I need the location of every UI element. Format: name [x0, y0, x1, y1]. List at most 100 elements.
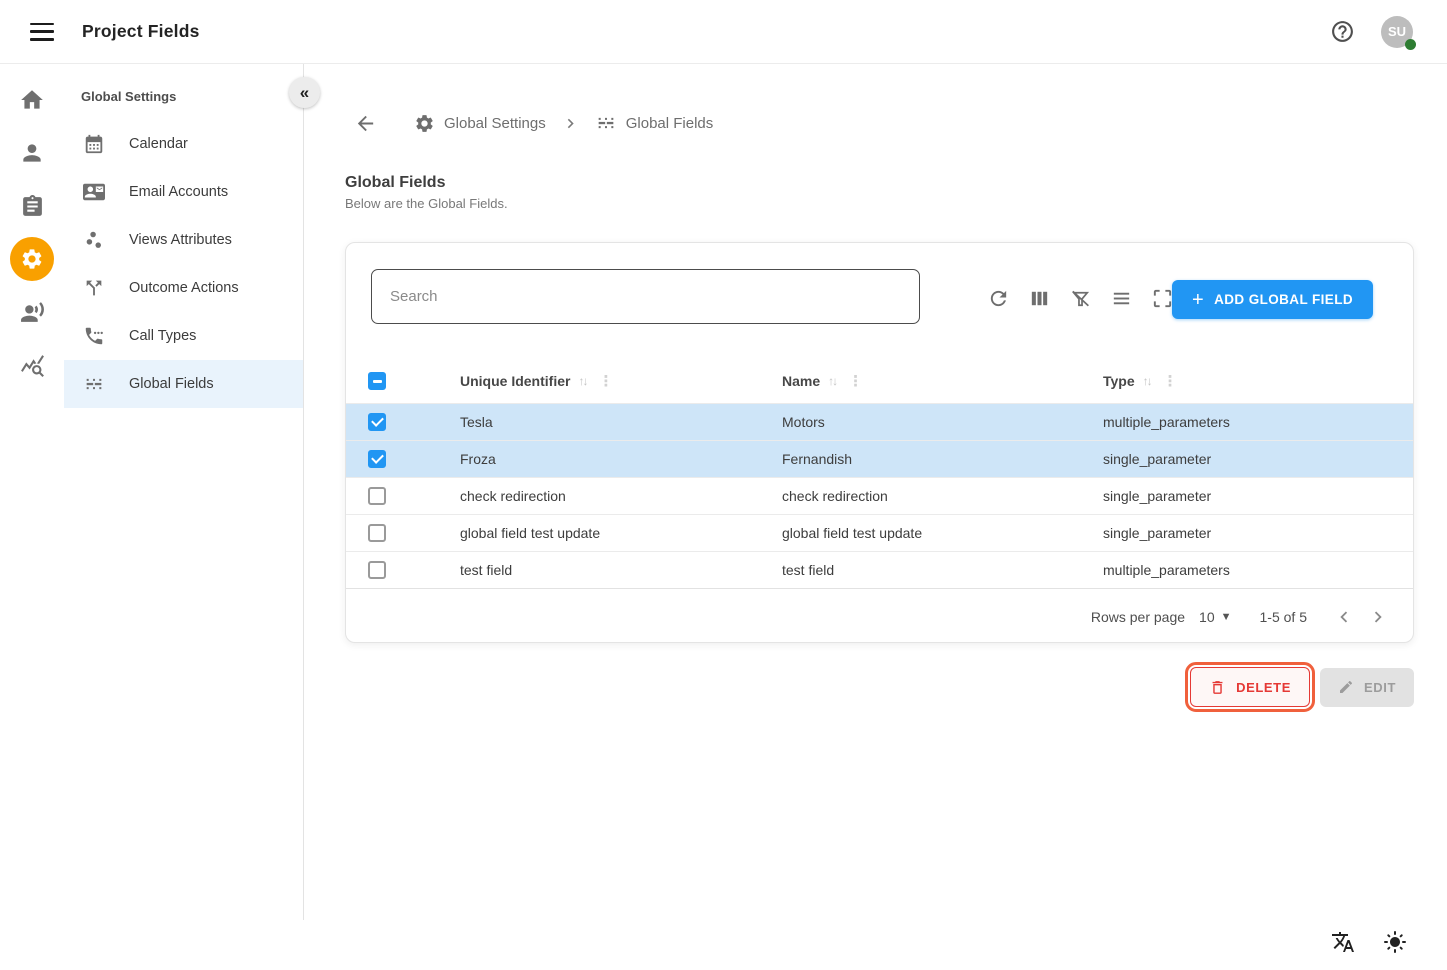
- next-page-icon[interactable]: [1367, 606, 1389, 628]
- views-attributes-icon: [83, 229, 105, 251]
- avatar[interactable]: SU: [1381, 16, 1413, 48]
- columns-icon[interactable]: [1028, 287, 1051, 310]
- call-types-icon: [83, 325, 105, 347]
- page-title: Global Fields: [345, 174, 508, 192]
- cell-name: check redirection: [782, 488, 1103, 504]
- global-fields-icon: [595, 112, 617, 134]
- sidebar-item-calendar[interactable]: Calendar: [64, 120, 303, 168]
- chevron-right-icon: [561, 114, 580, 133]
- column-menu-icon[interactable]: ⋮: [598, 372, 613, 390]
- sidebar-item-label: Outcome Actions: [129, 280, 239, 296]
- sort-icon[interactable]: ↑↓: [578, 374, 586, 388]
- row-checkbox[interactable]: [368, 524, 386, 542]
- translate-icon[interactable]: [1331, 930, 1355, 954]
- row-checkbox[interactable]: [368, 413, 386, 431]
- breadcrumb-global-fields[interactable]: Global Fields: [626, 115, 714, 132]
- sidebar-collapse-button[interactable]: «: [289, 77, 320, 108]
- refresh-icon[interactable]: [987, 287, 1010, 310]
- sidebar-item-call-types[interactable]: Call Types: [64, 312, 303, 360]
- delete-button[interactable]: DELETE: [1190, 667, 1310, 707]
- sidebar-item-outcome-actions[interactable]: Outcome Actions: [64, 264, 303, 312]
- sidebar-item-label: Global Fields: [129, 376, 214, 392]
- sidebar-item-label: Calendar: [129, 136, 188, 152]
- cell-unique-identifier: test field: [460, 562, 782, 578]
- light-mode-icon[interactable]: [1383, 930, 1407, 954]
- row-checkbox[interactable]: [368, 561, 386, 579]
- rows-per-page-value: 10: [1199, 609, 1215, 625]
- sidebar-item-label: Views Attributes: [129, 232, 232, 248]
- global-fields-icon: [83, 373, 105, 395]
- page-utilities: [1331, 930, 1407, 954]
- cell-name: Fernandish: [782, 451, 1103, 467]
- cell-type: single_parameter: [1103, 525, 1413, 541]
- avatar-initials: SU: [1388, 24, 1406, 39]
- rail-item-home[interactable]: [10, 78, 54, 122]
- fullscreen-icon[interactable]: [1151, 287, 1174, 310]
- table-row[interactable]: check redirection check redirection sing…: [346, 477, 1413, 514]
- density-icon[interactable]: [1110, 287, 1133, 310]
- arrow-back-icon[interactable]: [354, 112, 377, 135]
- calendar-icon: [83, 133, 105, 155]
- cell-type: single_parameter: [1103, 451, 1413, 467]
- row-checkbox[interactable]: [368, 487, 386, 505]
- rail-item-tasks[interactable]: [10, 184, 54, 228]
- column-header-unique-identifier: Unique Identifier: [460, 373, 570, 389]
- online-status-dot: [1405, 39, 1416, 50]
- table-row[interactable]: test field test field multiple_parameter…: [346, 551, 1413, 588]
- table-row[interactable]: Froza Fernandish single_parameter: [346, 440, 1413, 477]
- sort-icon[interactable]: ↑↓: [1143, 374, 1151, 388]
- sidebar-header: Global Settings: [64, 64, 303, 104]
- outcome-actions-icon: [83, 277, 105, 299]
- sidebar-item-email-accounts[interactable]: Email Accounts: [64, 168, 303, 216]
- table-row[interactable]: global field test update global field te…: [346, 514, 1413, 551]
- breadcrumb: Global Settings Global Fields: [354, 108, 713, 138]
- table-header-row: Unique Identifier ↑↓ ⋮ Name ↑↓ ⋮ Type ↑↓…: [346, 359, 1413, 403]
- edit-button-label: EDIT: [1364, 680, 1396, 695]
- gear-icon: [414, 113, 435, 134]
- sidebar-item-views-attributes[interactable]: Views Attributes: [64, 216, 303, 264]
- add-global-field-label: ADD GLOBAL FIELD: [1214, 292, 1353, 307]
- cell-name: Motors: [782, 414, 1103, 430]
- menu-icon[interactable]: [30, 23, 54, 41]
- cell-type: single_parameter: [1103, 488, 1413, 504]
- rail-item-analytics[interactable]: [10, 343, 54, 387]
- filter-off-icon[interactable]: [1069, 287, 1092, 310]
- rows-per-page-select[interactable]: 10 ▼: [1199, 609, 1231, 625]
- column-header-type: Type: [1103, 373, 1135, 389]
- sidebar-item-label: Call Types: [129, 328, 196, 344]
- select-all-checkbox[interactable]: [368, 372, 386, 390]
- clipboard-icon: [20, 194, 45, 219]
- column-menu-icon[interactable]: ⋮: [848, 372, 863, 390]
- previous-page-icon[interactable]: [1333, 606, 1355, 628]
- app-title: Project Fields: [82, 21, 200, 42]
- row-checkbox[interactable]: [368, 450, 386, 468]
- table-pagination: Rows per page 10 ▼ 1-5 of 5: [346, 588, 1413, 644]
- cell-name: test field: [782, 562, 1103, 578]
- cell-type: multiple_parameters: [1103, 414, 1413, 430]
- table-row[interactable]: Tesla Motors multiple_parameters: [346, 403, 1413, 440]
- bulk-actions: DELETE EDIT: [1190, 667, 1414, 707]
- collapse-chevrons-icon: «: [300, 83, 309, 103]
- trash-icon: [1209, 679, 1226, 696]
- sidebar-item-label: Email Accounts: [129, 184, 228, 200]
- rail-item-contacts[interactable]: [10, 131, 54, 175]
- sort-icon[interactable]: ↑↓: [828, 374, 836, 388]
- column-menu-icon[interactable]: ⋮: [1163, 372, 1178, 390]
- rail-item-agents[interactable]: [10, 290, 54, 334]
- cell-unique-identifier: check redirection: [460, 488, 782, 504]
- delete-button-label: DELETE: [1236, 680, 1291, 695]
- add-global-field-button[interactable]: + ADD GLOBAL FIELD: [1172, 280, 1373, 319]
- help-icon[interactable]: [1330, 19, 1355, 44]
- edit-button[interactable]: EDIT: [1320, 668, 1414, 707]
- search-input[interactable]: [371, 269, 920, 324]
- page-subtitle: Below are the Global Fields.: [345, 196, 508, 211]
- cell-type: multiple_parameters: [1103, 562, 1413, 578]
- sidebar-item-global-fields[interactable]: Global Fields: [64, 360, 303, 408]
- cell-unique-identifier: Tesla: [460, 414, 782, 430]
- breadcrumb-global-settings[interactable]: Global Settings: [444, 115, 546, 132]
- pagination-range: 1-5 of 5: [1260, 609, 1307, 625]
- table-toolbar: + ADD GLOBAL FIELD: [346, 243, 1413, 359]
- gear-icon: [20, 247, 44, 271]
- rail-item-settings[interactable]: [10, 237, 54, 281]
- voice-agent-icon: [20, 300, 45, 325]
